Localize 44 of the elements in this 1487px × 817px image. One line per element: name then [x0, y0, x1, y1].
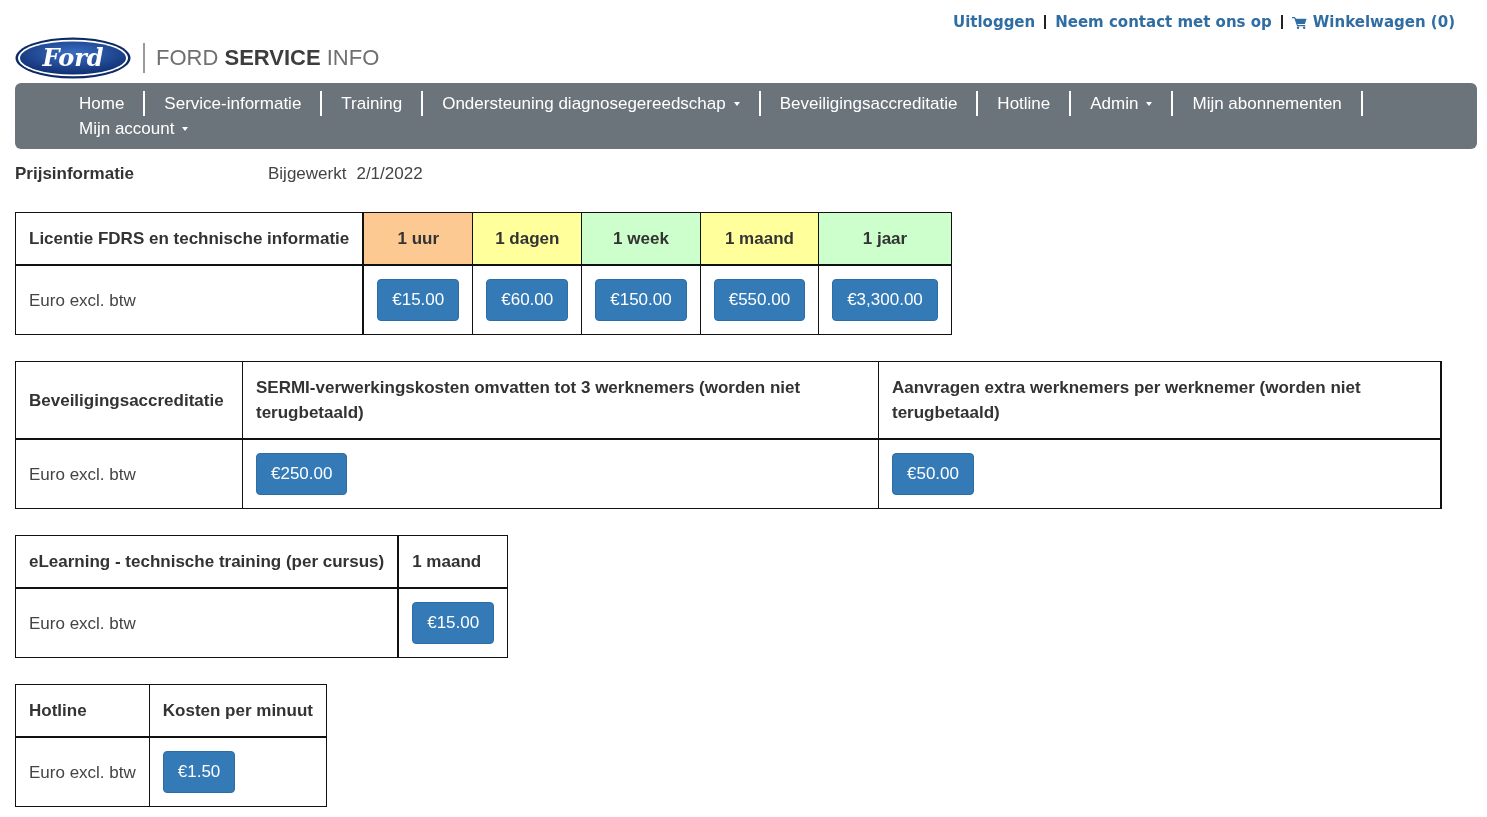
site-wordmark: FORD SERVICE INFO	[156, 44, 380, 72]
nav-link[interactable]: Beveiligingsaccreditatie	[779, 91, 958, 116]
cart-icon	[1291, 15, 1307, 29]
price-button[interactable]: €3,300.00	[832, 279, 938, 321]
table-cell: Euro excl. btw	[15, 588, 399, 658]
price-button[interactable]: €60.00	[486, 279, 569, 321]
price-button[interactable]: €15.00	[377, 279, 460, 321]
price-button[interactable]: €1.50	[162, 751, 236, 793]
column-header: eLearning - technische training (per cursus)	[15, 535, 399, 588]
column-header: 1 maand	[398, 535, 508, 588]
cart-link[interactable]: Winkelwagen (0)	[1291, 12, 1455, 32]
table-cell: Euro excl. btw	[15, 265, 364, 335]
column-header: 1 dagen	[472, 212, 582, 265]
column-header: Licentie FDRS en technische informatie	[15, 212, 364, 265]
nav-link[interactable]: Mijn abonnementen	[1192, 91, 1342, 116]
logo-emblem: Ford	[15, 37, 131, 79]
column-header: Aanvragen extra werknemers per werknemer (worden niet terugbetaald)	[878, 361, 1441, 439]
updated-date: 2/1/2022	[356, 163, 423, 185]
column-header: Beveiligingsaccreditatie	[15, 361, 243, 439]
column-header: Hotline	[15, 684, 150, 737]
nav-link[interactable]: Hotline	[997, 91, 1051, 116]
table-cell: Euro excl. btw	[15, 737, 150, 807]
top-link[interactable]: Neem contact met ons op	[1055, 12, 1272, 32]
column-header: SERMI-verwerkingskosten omvatten tot 3 werknemers (worden niet terugbetaald)	[242, 361, 879, 439]
price-button[interactable]: €50.00	[892, 453, 974, 495]
column-header: 1 maand	[700, 212, 819, 265]
price-button[interactable]: €15.00	[412, 602, 495, 644]
updated-label: Bijgewerkt	[268, 163, 347, 185]
nav-link[interactable]: Admin	[1090, 91, 1153, 116]
column-header: 1 uur	[363, 212, 473, 265]
nav-link[interactable]: Mijn account	[79, 116, 189, 141]
nav-link[interactable]: Home	[79, 91, 125, 116]
price-button[interactable]: €150.00	[595, 279, 687, 321]
nav-link[interactable]: Training	[341, 91, 403, 116]
page-title: Prijsinformatie	[15, 163, 136, 185]
nav-link[interactable]: Service-informatie	[164, 91, 302, 116]
top-link[interactable]: Uitloggen	[952, 12, 1036, 32]
column-header: Kosten per minuut	[149, 684, 327, 737]
price-button[interactable]: €250.00	[256, 453, 348, 495]
nav-link[interactable]: Ondersteuning diagnosegereedschap	[442, 91, 740, 116]
price-button[interactable]: €550.00	[713, 279, 806, 321]
table-cell: Euro excl. btw	[15, 439, 243, 509]
column-header: 1 week	[581, 212, 701, 265]
column-header: 1 jaar	[818, 212, 952, 265]
